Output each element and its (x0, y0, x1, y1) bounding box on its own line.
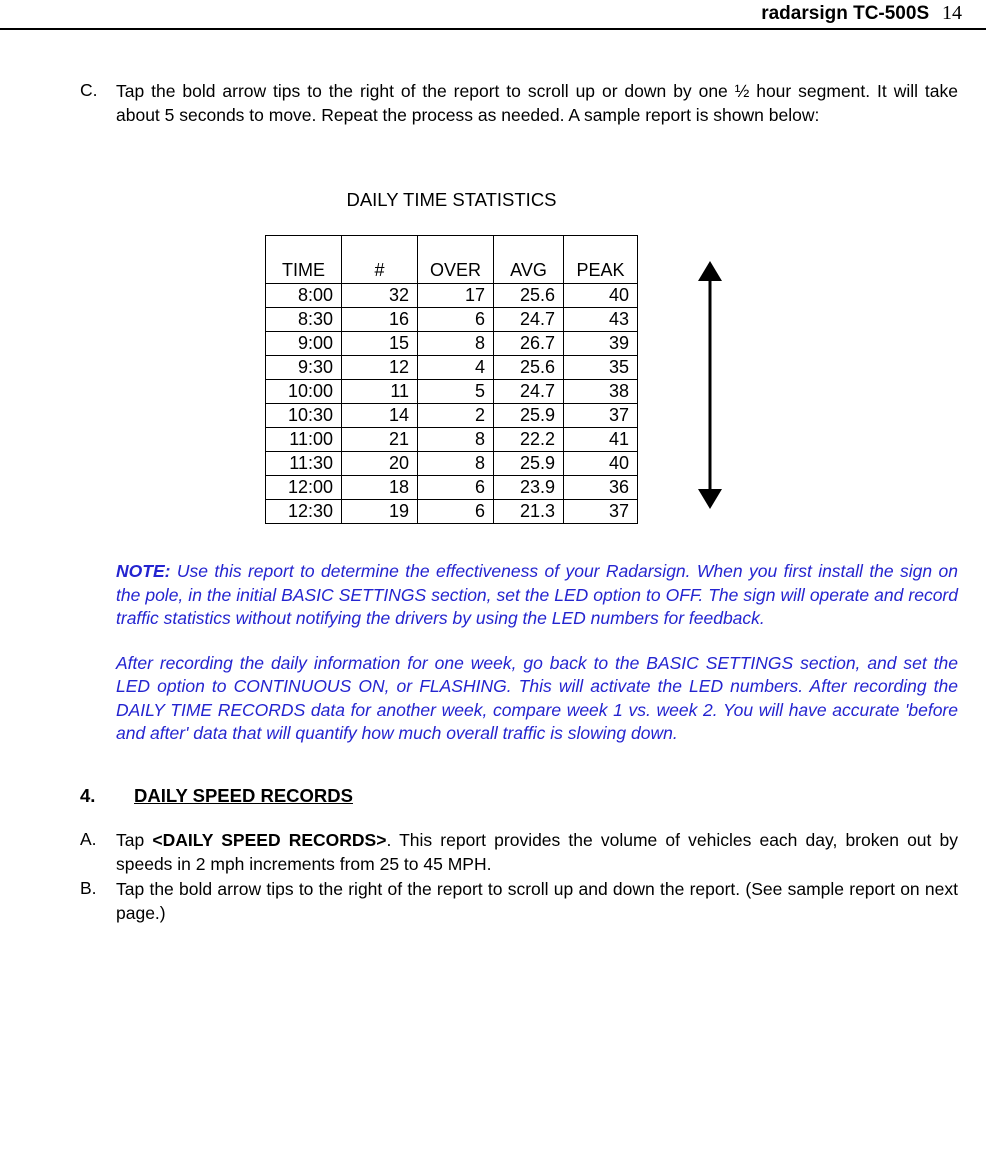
th-time: TIME (266, 236, 342, 284)
table-cell: 32 (342, 284, 418, 308)
table-cell: 8 (418, 332, 494, 356)
table-row: 12:0018623.936 (266, 476, 638, 500)
table-row: 8:00321725.640 (266, 284, 638, 308)
table-cell: 17 (418, 284, 494, 308)
table-cell: 43 (564, 308, 638, 332)
table-cell: 37 (564, 404, 638, 428)
table-row: 10:0011524.738 (266, 380, 638, 404)
table-cell: 6 (418, 500, 494, 524)
th-count: # (342, 236, 418, 284)
item-4a-prefix: Tap (116, 830, 152, 850)
table-cell: 18 (342, 476, 418, 500)
item-4a-bold: <DAILY SPEED RECORDS> (152, 830, 386, 850)
section-4-heading: 4. DAILY SPEED RECORDS (80, 785, 958, 807)
table-cell: 37 (564, 500, 638, 524)
table-cell: 36 (564, 476, 638, 500)
table-cell: 20 (342, 452, 418, 476)
table-row: 11:3020825.940 (266, 452, 638, 476)
table-cell: 19 (342, 500, 418, 524)
table-cell: 11:30 (266, 452, 342, 476)
table-cell: 24.7 (494, 380, 564, 404)
table-cell: 8 (418, 428, 494, 452)
table-cell: 21.3 (494, 500, 564, 524)
table-cell: 26.7 (494, 332, 564, 356)
table-cell: 6 (418, 476, 494, 500)
table-row: 9:0015826.739 (266, 332, 638, 356)
table-cell: 8:00 (266, 284, 342, 308)
table-cell: 25.9 (494, 452, 564, 476)
table-cell: 21 (342, 428, 418, 452)
item-4a-text: Tap <DAILY SPEED RECORDS>. This report p… (116, 829, 958, 876)
note-block: NOTE: Use this report to determine the e… (116, 560, 958, 745)
th-peak: PEAK (564, 236, 638, 284)
table-cell: 25.6 (494, 284, 564, 308)
item-4b-marker: B. (80, 878, 116, 925)
table-cell: 10:30 (266, 404, 342, 428)
table-cell: 22.2 (494, 428, 564, 452)
item-4a-marker: A. (80, 829, 116, 876)
table-cell: 11 (342, 380, 418, 404)
table-cell: 41 (564, 428, 638, 452)
item-c: C. Tap the bold arrow tips to the right … (80, 80, 958, 127)
table-row: 11:0021822.241 (266, 428, 638, 452)
table-cell: 24.7 (494, 308, 564, 332)
table-row: 9:3012425.635 (266, 356, 638, 380)
table-cell: 9:30 (266, 356, 342, 380)
item-4a: A. Tap <DAILY SPEED RECORDS>. This repor… (80, 829, 958, 876)
item-4b-text: Tap the bold arrow tips to the right of … (116, 878, 958, 925)
table-cell: 40 (564, 452, 638, 476)
table-cell: 25.6 (494, 356, 564, 380)
table-title: DAILY TIME STATISTICS (265, 189, 638, 211)
table-cell: 8:30 (266, 308, 342, 332)
table-cell: 23.9 (494, 476, 564, 500)
table-cell: 10:00 (266, 380, 342, 404)
table-row: 8:3016624.743 (266, 308, 638, 332)
scroll-arrow-icon[interactable] (690, 261, 730, 509)
table-cell: 4 (418, 356, 494, 380)
table-cell: 8 (418, 452, 494, 476)
table-cell: 35 (564, 356, 638, 380)
table-cell: 12:00 (266, 476, 342, 500)
note-paragraph-1: NOTE: Use this report to determine the e… (116, 560, 958, 630)
table-cell: 14 (342, 404, 418, 428)
table-cell: 25.9 (494, 404, 564, 428)
note-paragraph-2: After recording the daily information fo… (116, 652, 958, 745)
page-header: radarsign TC-500S 14 (0, 0, 986, 30)
table-cell: 12 (342, 356, 418, 380)
table-cell: 39 (564, 332, 638, 356)
note-p1-text: Use this report to determine the effecti… (116, 561, 958, 628)
page-number: 14 (942, 2, 962, 24)
table-row: 12:3019621.337 (266, 500, 638, 524)
header-title: radarsign TC-500S (761, 3, 929, 24)
table-cell: 2 (418, 404, 494, 428)
table-cell: 16 (342, 308, 418, 332)
table-cell: 5 (418, 380, 494, 404)
table-cell: 9:00 (266, 332, 342, 356)
table-cell: 15 (342, 332, 418, 356)
stats-table: TIME # OVER AVG PEAK 8:00321725.6408:301… (265, 235, 638, 524)
section-4-number: 4. (80, 785, 134, 807)
note-label: NOTE: (116, 561, 170, 581)
table-cell: 12:30 (266, 500, 342, 524)
table-header-row: TIME # OVER AVG PEAK (266, 236, 638, 284)
th-over: OVER (418, 236, 494, 284)
item-c-text: Tap the bold arrow tips to the right of … (116, 80, 958, 127)
th-avg: AVG (494, 236, 564, 284)
table-row: 10:3014225.937 (266, 404, 638, 428)
table-cell: 38 (564, 380, 638, 404)
section-4-title: DAILY SPEED RECORDS (134, 785, 353, 807)
table-cell: 11:00 (266, 428, 342, 452)
table-cell: 6 (418, 308, 494, 332)
table-cell: 40 (564, 284, 638, 308)
stats-table-wrap: DAILY TIME STATISTICS TIME # OVER AVG PE… (265, 189, 638, 524)
item-c-marker: C. (80, 80, 116, 127)
item-4b: B. Tap the bold arrow tips to the right … (80, 878, 958, 925)
